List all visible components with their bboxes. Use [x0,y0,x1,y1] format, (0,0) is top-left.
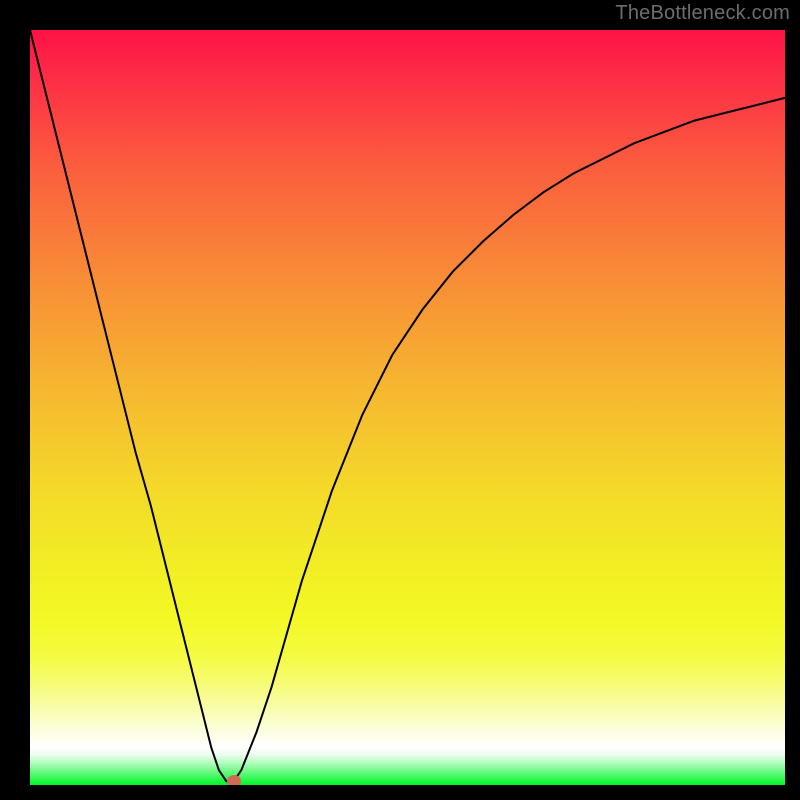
plot-area [30,30,785,785]
bottleneck-curve [30,30,785,785]
watermark-text: TheBottleneck.com [615,2,790,25]
optimal-point-marker [227,775,241,785]
chart-root: TheBottleneck.com [0,0,800,800]
curve-path [30,30,785,781]
